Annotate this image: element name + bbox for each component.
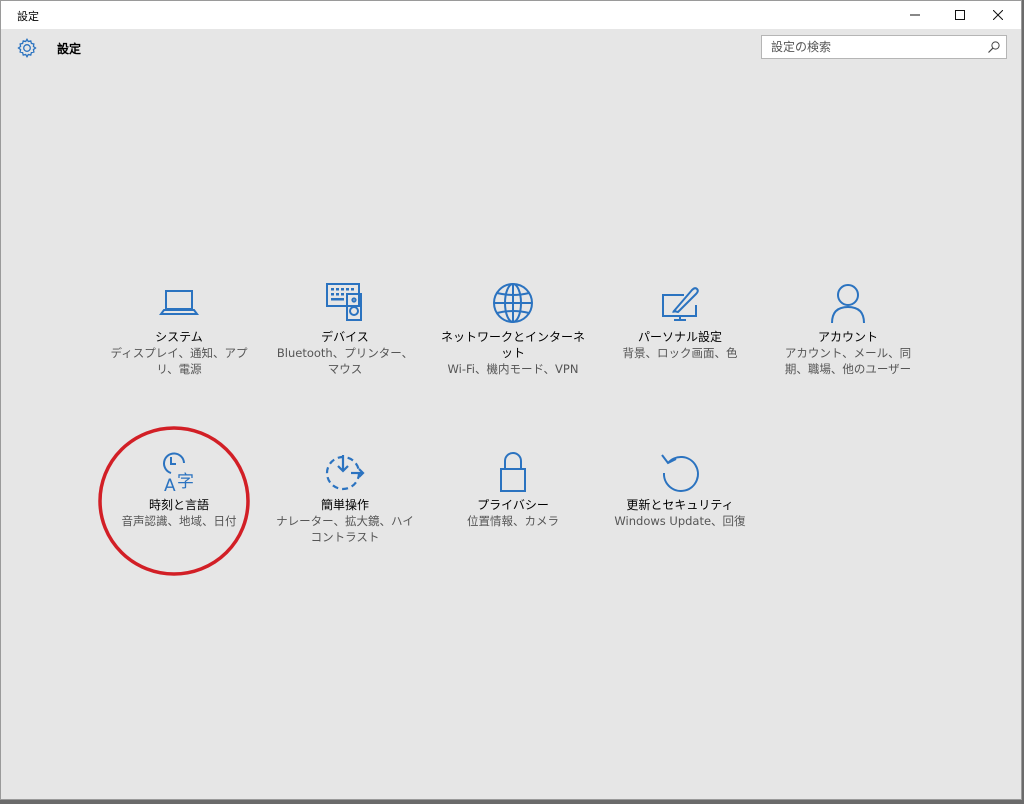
tile-description: Wi-Fi、機内モード、VPN xyxy=(447,362,579,376)
tile-ease-of-access[interactable]: 簡単操作 ナレーター、拡大鏡、ハイコントラスト xyxy=(270,449,420,545)
tile-personalization[interactable]: パーソナル設定 背景、ロック画面、色 xyxy=(605,281,755,361)
time-language-icon: A 字 xyxy=(163,452,194,493)
tile-label: 更新とセキュリティ xyxy=(626,498,734,512)
tile-description: Windows Update、回復 xyxy=(614,514,746,528)
globe-icon xyxy=(493,283,533,323)
tile-description: アカウント、メール、同期、職場、他のユーザー xyxy=(784,346,912,376)
tile-description: 音声認識、地域、日付 xyxy=(121,514,237,528)
tile-description: ナレーター、拡大鏡、ハイコントラスト xyxy=(276,514,414,544)
tile-label: プライバシー xyxy=(477,498,549,512)
tile-description: ディスプレイ、通知、アプリ、電源 xyxy=(110,346,248,376)
tile-description: 背景、ロック画面、色 xyxy=(622,346,738,360)
svg-text:字: 字 xyxy=(177,472,194,492)
person-icon xyxy=(831,284,865,324)
ease-of-access-icon xyxy=(325,455,365,491)
tile-accounts[interactable]: アカウント アカウント、メール、同期、職場、他のユーザー xyxy=(773,281,923,377)
tile-label: 時刻と言語 xyxy=(148,498,209,512)
tile-update-security[interactable]: 更新とセキュリティ Windows Update、回復 xyxy=(605,449,755,529)
paint-monitor-icon xyxy=(662,287,699,321)
tile-label: パーソナル設定 xyxy=(637,330,722,344)
tile-system[interactable]: システム ディスプレイ、通知、アプリ、電源 xyxy=(104,281,254,377)
tile-description: Bluetooth、プリンター、マウス xyxy=(276,346,414,376)
keyboard-speaker-icon xyxy=(326,283,362,321)
lock-icon xyxy=(500,452,526,492)
tile-label: システム xyxy=(155,330,203,344)
tile-label: ネットワークとインターネット xyxy=(440,330,585,360)
tile-devices[interactable]: デバイス Bluetooth、プリンター、マウス xyxy=(270,281,420,377)
settings-grid: システム ディスプレイ、通知、アプリ、電源 デバイス Bluetooth、プリン… xyxy=(1,1,1021,799)
tile-time-language[interactable]: A 字 時刻と言語 音声認識、地域、日付 xyxy=(104,449,254,529)
tile-description: 位置情報、カメラ xyxy=(467,514,559,528)
svg-text:A: A xyxy=(164,476,176,493)
tile-label: 簡単操作 xyxy=(320,498,369,512)
laptop-icon xyxy=(159,290,199,315)
settings-window: 設定 設定 設定の検索 システム ディスプレイ、通知、アプリ、電源 デバイス B… xyxy=(0,0,1022,800)
tile-network[interactable]: ネットワークとインターネット Wi-Fi、機内モード、VPN xyxy=(438,281,588,377)
tile-label: アカウント xyxy=(817,330,878,344)
tile-privacy[interactable]: プライバシー 位置情報、カメラ xyxy=(438,449,588,529)
tile-label: デバイス xyxy=(321,330,369,344)
refresh-icon xyxy=(661,454,699,492)
